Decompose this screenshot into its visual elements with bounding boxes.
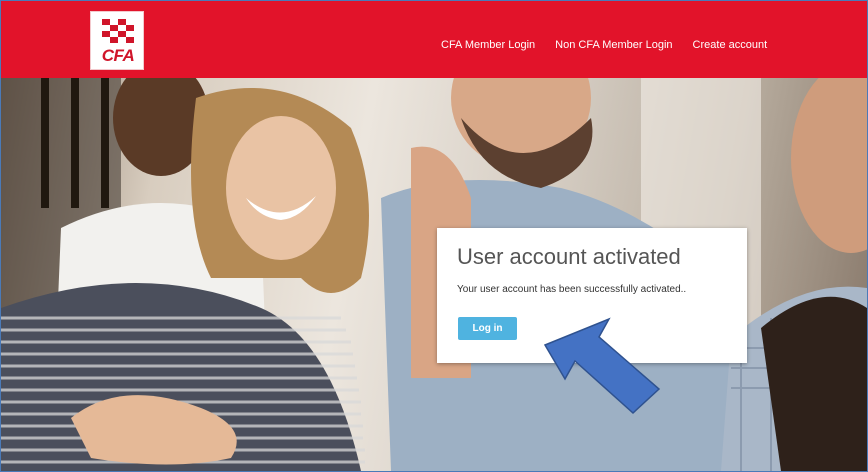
nav-create-account[interactable]: Create account — [693, 39, 768, 55]
top-nav: CFA Member Login Non CFA Member Login Cr… — [441, 39, 767, 55]
nav-non-cfa-member-login[interactable]: Non CFA Member Login — [555, 39, 672, 55]
nav-cfa-member-login[interactable]: CFA Member Login — [441, 39, 535, 55]
top-header: CFA CFA Member Login Non CFA Member Logi… — [1, 1, 867, 78]
logo-text: CFA — [101, 46, 135, 65]
checkered-flag-icon — [102, 19, 134, 43]
card-title: User account activated — [457, 244, 681, 269]
log-in-button[interactable]: Log in — [458, 317, 517, 340]
cfa-logo[interactable]: CFA — [90, 11, 144, 70]
card-message: Your user account has been successfully … — [457, 284, 687, 295]
pointer-arrow-icon — [543, 317, 661, 415]
